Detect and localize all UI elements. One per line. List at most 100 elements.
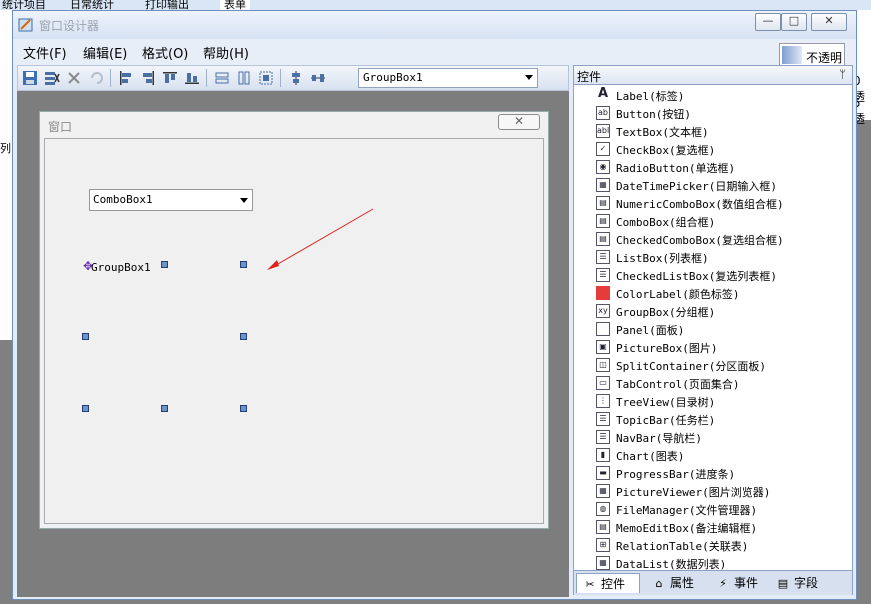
opacity-swatch: [782, 46, 802, 64]
control-selector-dropdown[interactable]: GroupBox1: [358, 68, 538, 88]
menu-help[interactable]: 帮助(H): [203, 43, 249, 62]
resize-handle-bottom-left[interactable]: [82, 405, 89, 412]
save-icon[interactable]: [22, 70, 38, 86]
control-list-item-label: DateTimePicker(日期输入框): [616, 180, 777, 193]
control-list-item[interactable]: ▭ TabControl(页面集合): [596, 374, 846, 392]
control-list-item[interactable]: ▮ Chart(图表): [596, 446, 846, 464]
combobox1-control[interactable]: ComboBox1: [89, 189, 253, 211]
align-right-icon[interactable]: [140, 70, 156, 86]
resize-handle-top-middle[interactable]: [161, 261, 168, 268]
center-vertical-icon[interactable]: [288, 70, 304, 86]
resize-handle-middle-right[interactable]: [240, 333, 247, 340]
control-list-item[interactable]: ▤ ComboBox(组合框): [596, 212, 846, 230]
control-list-item-label: SplitContainer(分区面板): [616, 360, 766, 373]
control-list-item[interactable]: ✓ CheckBox(复选框): [596, 140, 846, 158]
opacity-label: 不透明: [806, 51, 843, 65]
menu-edit[interactable]: 编辑(E): [83, 43, 127, 62]
control-list-item[interactable]: ▦ DataList(数据列表): [596, 554, 846, 570]
same-width-icon[interactable]: [214, 70, 230, 86]
background-tab-print[interactable]: 打印输出: [145, 0, 189, 10]
control-list-item[interactable]: ◉ RadioButton(单选框): [596, 158, 846, 176]
control-list-item[interactable]: Panel(面板): [596, 320, 846, 338]
control-list-item[interactable]: ab Button(按钮): [596, 104, 846, 122]
background-tabbar: [0, 0, 871, 10]
control-list-item[interactable]: ☰ TopicBar(任务栏): [596, 410, 846, 428]
resize-handle-top-right[interactable]: [240, 261, 247, 268]
resize-handle-bottom-right[interactable]: [240, 405, 247, 412]
control-list-item[interactable]: ▦ DateTimePicker(日期输入框): [596, 176, 846, 194]
center-horizontal-icon[interactable]: [310, 70, 326, 86]
annotation-arrow-icon: [267, 208, 374, 270]
align-top-icon[interactable]: [162, 70, 178, 86]
control-list-item-label: TextBox(文本框): [616, 126, 709, 139]
designed-form[interactable]: 窗口 ✕ ComboBox1 ✥ GroupBox1: [39, 111, 549, 529]
control-list-item[interactable]: ◫ SplitContainer(分区面板): [596, 356, 846, 374]
menu-format[interactable]: 格式(O): [142, 43, 188, 62]
background-tab-form[interactable]: 表单: [220, 0, 250, 10]
control-type-icon: A: [597, 86, 609, 101]
same-height-icon[interactable]: [236, 70, 252, 86]
pin-icon[interactable]: ᛘ: [839, 68, 846, 81]
chevron-down-icon[interactable]: [240, 198, 248, 203]
control-type-icon: ▤: [596, 232, 610, 246]
control-type-icon: ▣: [596, 340, 610, 354]
control-list-item[interactable]: A Label(标签): [596, 86, 846, 104]
control-type-icon: abl: [596, 124, 610, 138]
control-list-item[interactable]: abl TextBox(文本框): [596, 122, 846, 140]
menu-file[interactable]: 文件(F): [23, 43, 67, 62]
controls-panel-header: 控件 ᛘ: [574, 66, 852, 85]
control-list-item[interactable]: ☰ CheckedListBox(复选列表框): [596, 266, 846, 284]
control-list-item[interactable]: ColorLabel(颜色标签): [596, 284, 846, 302]
form-client-area[interactable]: ComboBox1 ✥ GroupBox1: [44, 138, 544, 524]
resize-handle-middle-left[interactable]: [82, 333, 89, 340]
control-list-item[interactable]: ▤ MemoEditBox(备注编辑框): [596, 518, 846, 536]
background-tab-daily-stats[interactable]: 日常统计: [70, 0, 114, 10]
design-surface: 窗口 ✕ ComboBox1 ✥ GroupBox1: [17, 91, 569, 597]
control-type-icon: ab: [596, 106, 610, 120]
panel-tab-icon: ▤: [777, 576, 789, 590]
control-list-item-label: ColorLabel(颜色标签): [616, 288, 740, 301]
panel-tab-icon: ⌂: [655, 576, 663, 590]
control-list-item-label: GroupBox(分组框): [616, 306, 716, 319]
control-list-item[interactable]: ◍ FileManager(文件管理器): [596, 500, 846, 518]
control-list-item-label: ListBox(列表框): [616, 252, 709, 265]
control-list-item-label: CheckedComboBox(复选组合框): [616, 234, 784, 247]
align-bottom-icon[interactable]: [184, 70, 200, 86]
panel-tabs: ✂ 控件 ⌂ 属性 ⚡ 事件 ▤ 字段: [574, 570, 852, 595]
control-list-item[interactable]: ▤ NumericComboBox(数值组合框): [596, 194, 846, 212]
control-list-item[interactable]: xy GroupBox(分组框): [596, 302, 846, 320]
panel-tab[interactable]: ✂ 控件: [576, 573, 640, 593]
chevron-down-icon[interactable]: [525, 75, 533, 80]
control-list-item[interactable]: ▦ PictureViewer(图片浏览器): [596, 482, 846, 500]
control-list-item[interactable]: ☰ NavBar(导航栏): [596, 428, 846, 446]
minimize-button[interactable]: —: [755, 13, 781, 31]
align-left-icon[interactable]: [118, 70, 134, 86]
cut-icon[interactable]: [66, 70, 82, 86]
title-bar[interactable]: 窗口设计器 — □ ✕: [13, 11, 856, 39]
control-list-item[interactable]: ▬ ProgressBar(进度条): [596, 464, 846, 482]
form-close-button[interactable]: ✕: [498, 114, 540, 130]
control-list-item[interactable]: ▤ CheckedComboBox(复选组合框): [596, 230, 846, 248]
control-list-item-label: CheckedListBox(复选列表框): [616, 270, 777, 283]
panel-tab[interactable]: ⌂ 属性: [646, 573, 706, 593]
control-list-item[interactable]: ▣ PictureBox(图片): [596, 338, 846, 356]
form-title: 窗口: [48, 120, 73, 134]
background-tab-stats-items[interactable]: 统计项目: [2, 0, 46, 10]
control-type-icon: ◍: [596, 502, 610, 516]
panel-tab[interactable]: ⚡ 事件: [710, 573, 766, 593]
opacity-control[interactable]: 不透明: [779, 43, 845, 67]
undo-icon[interactable]: [88, 70, 104, 86]
control-list-item[interactable]: ☰ ListBox(列表框): [596, 248, 846, 266]
delete-rows-icon[interactable]: [44, 70, 60, 86]
close-button[interactable]: ✕: [811, 13, 847, 31]
controls-panel-title: 控件: [577, 70, 602, 84]
resize-handle-bottom-middle[interactable]: [161, 405, 168, 412]
maximize-button[interactable]: □: [781, 13, 807, 31]
form-title-bar[interactable]: 窗口 ✕: [40, 112, 548, 138]
control-list-item-label: PictureViewer(图片浏览器): [616, 486, 771, 499]
control-list-item[interactable]: ⊞ RelationTable(关联表): [596, 536, 846, 554]
control-list-item[interactable]: ⋮ TreeView(目录树): [596, 392, 846, 410]
panel-tab[interactable]: ▤ 字段: [770, 573, 826, 593]
same-size-icon[interactable]: [258, 70, 274, 86]
groupbox1-label[interactable]: GroupBox1: [91, 261, 151, 274]
